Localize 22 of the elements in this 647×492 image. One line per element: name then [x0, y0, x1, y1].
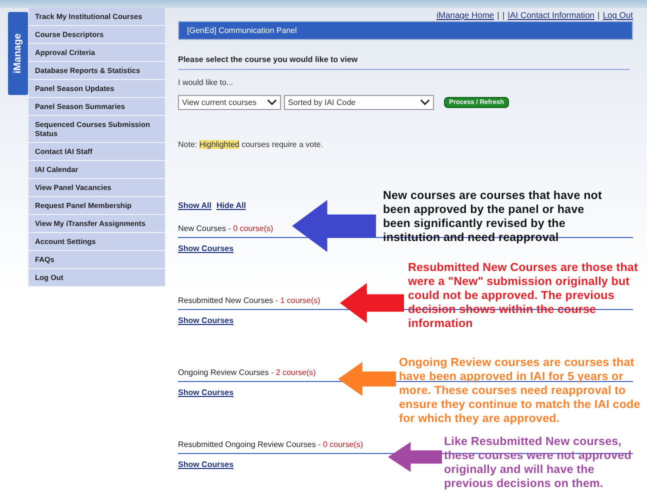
chevron-down-icon: [420, 99, 430, 106]
would-like-label: I would like to...: [178, 78, 234, 87]
toggle-link[interactable]: Show All: [178, 201, 212, 210]
show-courses-link[interactable]: Show Courses: [178, 316, 234, 325]
header-link[interactable]: Log Out: [602, 10, 633, 21]
panel-title: [GenEd] Communication Panel: [178, 21, 633, 40]
side-tab[interactable]: iManage: [8, 12, 28, 95]
separator: |: [598, 10, 600, 21]
vote-note: Note: Highlighted courses require a vote.: [178, 140, 324, 149]
show-courses-link[interactable]: Show Courses: [178, 388, 234, 397]
toggle-link[interactable]: Hide All: [216, 201, 246, 210]
annotation-text: Ongoing Review courses are courses that have been approved in IAI for 5 years or more. These courses need reapproval to ensure they continue to match the IAI code for which they are approved.: [399, 356, 642, 426]
separator: |: [502, 10, 505, 21]
show-courses-link[interactable]: Show Courses: [178, 244, 234, 253]
prompt-heading: Please select the course you would like to view: [178, 40, 630, 70]
view-dropdown[interactable]: View current courses: [178, 95, 281, 110]
chevron-down-icon: [267, 99, 277, 106]
header-link[interactable]: IAI Contact Information: [508, 10, 595, 21]
show-courses-link[interactable]: Show Courses: [178, 460, 234, 469]
header-link[interactable]: iManage Home: [436, 10, 494, 21]
sort-dropdown[interactable]: Sorted by IAI Code: [284, 95, 434, 110]
separator: |: [497, 10, 500, 21]
